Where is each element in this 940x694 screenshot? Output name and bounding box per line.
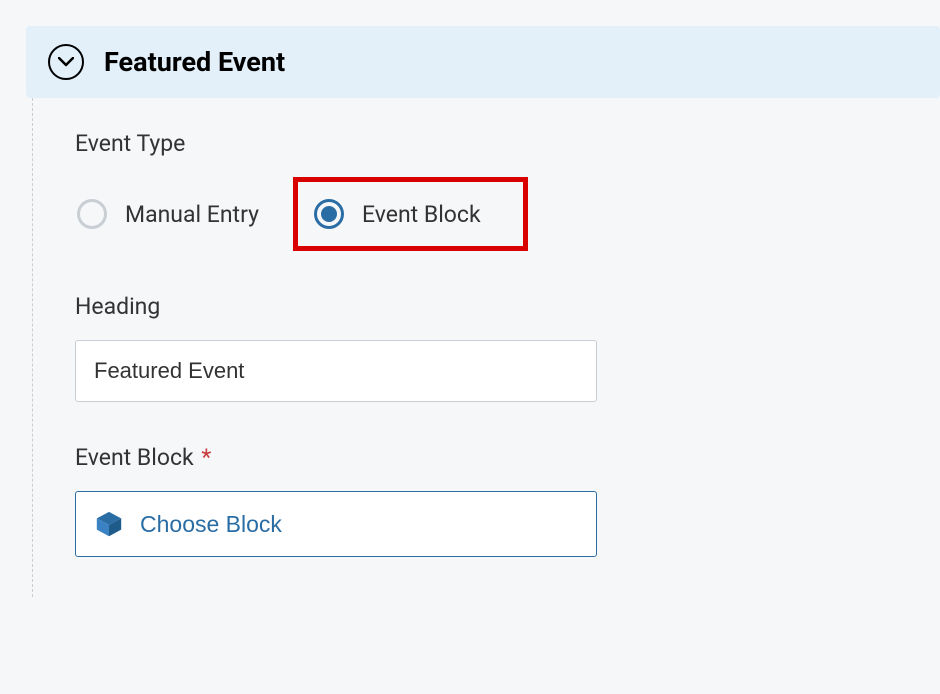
event-block-label: Event Block * xyxy=(75,444,940,471)
radio-label-manual-entry: Manual Entry xyxy=(125,201,259,228)
radio-label-event-block: Event Block xyxy=(362,201,481,228)
event-type-radio-group: Manual Entry Event Block xyxy=(75,177,940,251)
event-block-label-text: Event Block xyxy=(75,444,194,471)
radio-icon xyxy=(314,199,344,229)
choose-block-button[interactable]: Choose Block xyxy=(75,491,597,557)
required-marker: * xyxy=(201,444,211,471)
heading-label: Heading xyxy=(75,293,940,320)
choose-block-label: Choose Block xyxy=(140,511,282,538)
heading-field: Heading xyxy=(75,293,940,402)
chevron-down-icon[interactable] xyxy=(48,44,84,80)
panel-title: Featured Event xyxy=(104,46,285,78)
heading-input[interactable] xyxy=(75,340,597,402)
radio-dot-icon xyxy=(321,206,337,222)
radio-icon xyxy=(77,199,107,229)
block-icon xyxy=(94,509,124,539)
event-type-label: Event Type xyxy=(75,130,940,157)
panel-body: Event Type Manual Entry Event Block H xyxy=(32,98,940,597)
event-block-field: Event Block * Choose Block xyxy=(75,444,940,557)
radio-manual-entry[interactable]: Manual Entry xyxy=(75,188,279,240)
radio-event-block[interactable]: Event Block xyxy=(312,188,501,240)
panel-header[interactable]: Featured Event xyxy=(26,26,940,98)
event-type-field: Event Type Manual Entry Event Block xyxy=(75,130,940,251)
highlight-box: Event Block xyxy=(293,177,528,251)
